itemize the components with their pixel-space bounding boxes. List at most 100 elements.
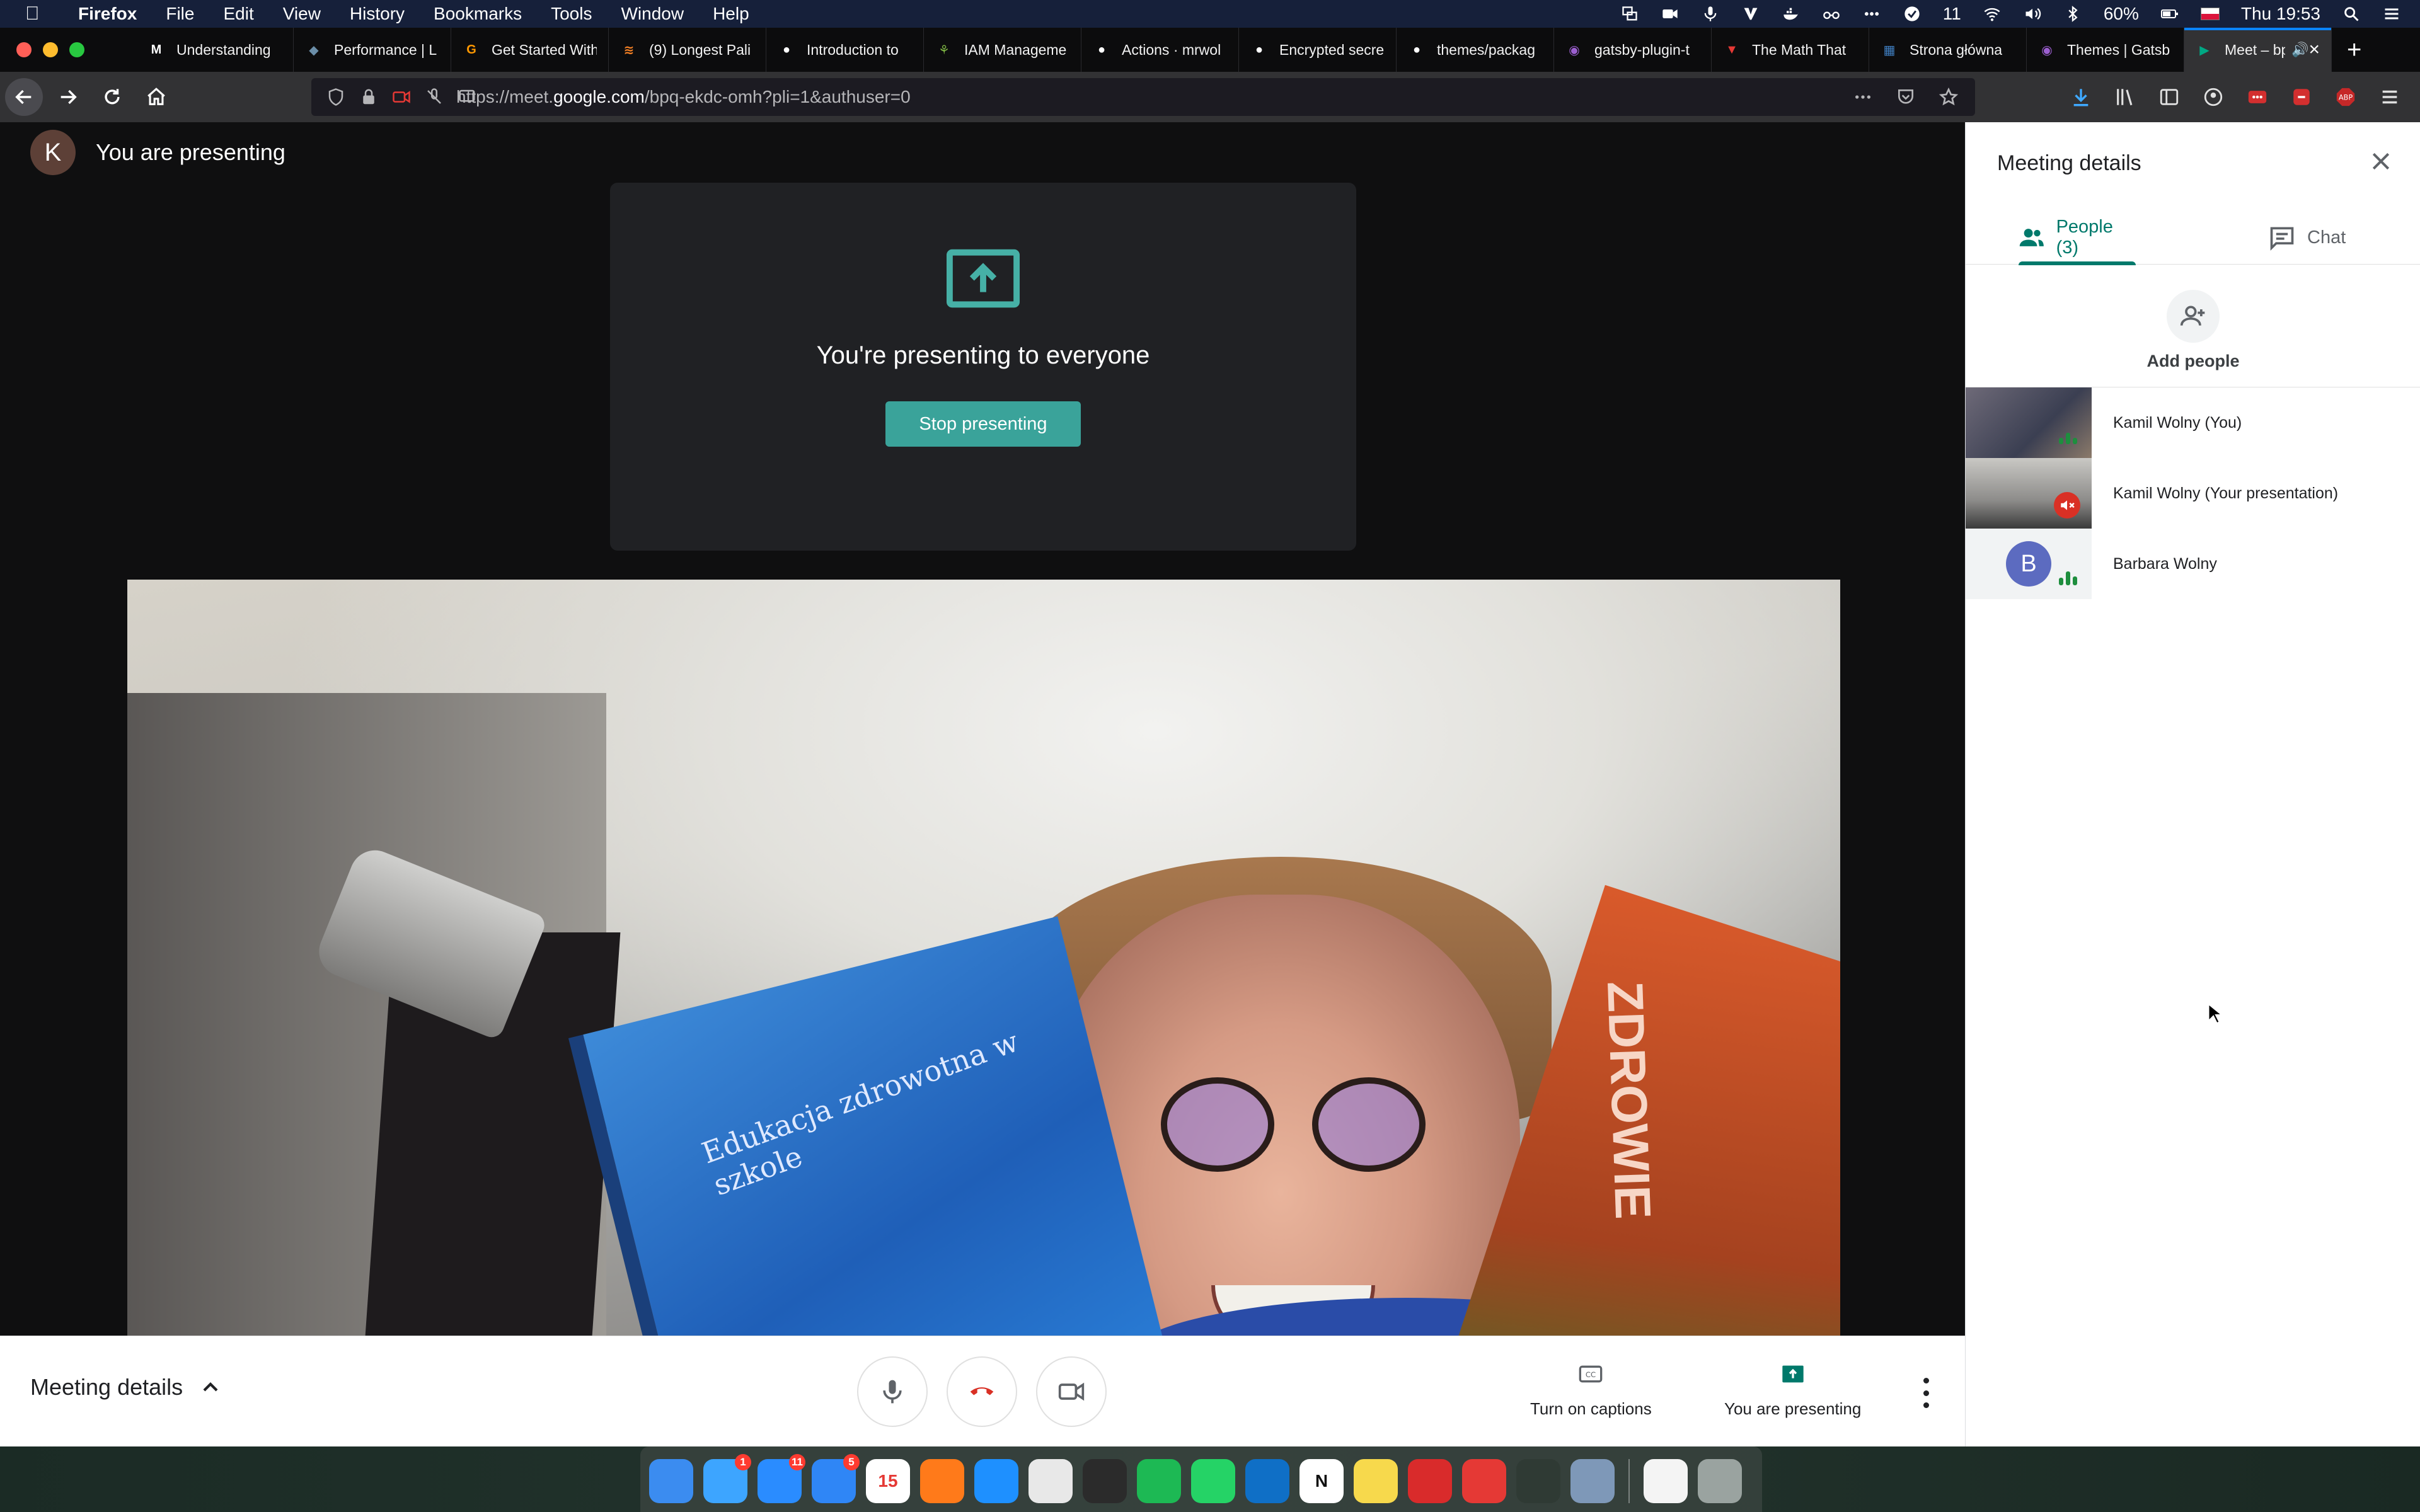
browser-tab[interactable]: ● Introduction to [766,28,924,72]
close-window-button[interactable] [16,42,32,57]
participant-row[interactable]: B Barbara Wolny [1966,529,2420,599]
dock-firefox-icon[interactable] [920,1459,964,1503]
battery-icon[interactable] [2160,5,2179,23]
browser-tab[interactable]: G Get Started With [451,28,609,72]
dock-stickies-icon[interactable] [1354,1459,1398,1503]
extension-lastpass-icon[interactable] [2246,86,2269,108]
address-bar[interactable]: https://meet.google.com/bpq-ekdc-omh?pli… [311,78,1975,116]
menu-app-name[interactable]: Firefox [78,4,137,24]
adblock-plus-icon[interactable]: ABP [2334,86,2357,108]
screens-icon[interactable] [1620,5,1639,23]
dock-finder-icon[interactable] [649,1459,693,1503]
camera-permission-icon[interactable] [392,88,411,106]
dock-trash-icon[interactable] [1698,1459,1742,1503]
stop-presenting-button[interactable]: Stop presenting [885,401,1081,447]
dock-vscode-icon[interactable] [1245,1459,1289,1503]
more-dots-icon[interactable] [1862,5,1881,23]
wifi-icon[interactable] [1983,5,2002,23]
pocket-icon[interactable] [1896,87,1916,107]
dock-expressvpn-icon[interactable] [1408,1459,1452,1503]
browser-tab[interactable]: ⚘ IAM Manageme [924,28,1081,72]
browser-tab[interactable]: ▼ The Math That [1712,28,1869,72]
extension-red-icon[interactable] [2290,86,2313,108]
docker-icon[interactable] [1782,5,1801,23]
camera-icon[interactable] [1661,5,1680,23]
browser-tab[interactable]: ◉ Themes | Gatsb [2027,28,2184,72]
spotlight-search-icon[interactable] [2342,5,2361,23]
back-button[interactable] [5,78,43,116]
menu-file[interactable]: File [166,4,194,24]
tab-chat[interactable]: Chat [2268,210,2346,265]
add-people-button[interactable]: Add people [1966,290,2420,371]
dock-app-store-icon[interactable]: 5 [812,1454,860,1503]
presenting-button[interactable]: You are presenting [1724,1361,1861,1419]
menu-tools[interactable]: Tools [551,4,592,24]
url-text[interactable]: https://meet.google.com/bpq-ekdc-omh?pli… [456,87,911,107]
participant-row[interactable]: Kamil Wolny (Your presentation) [1966,458,2420,529]
browser-tab[interactable]: ≋ (9) Longest Pali [609,28,766,72]
shield-icon[interactable] [326,88,345,106]
maximize-window-button[interactable] [69,42,84,57]
keyboard-layout-flag-icon[interactable] [2200,8,2220,20]
new-tab-button[interactable]: + [2347,36,2361,64]
microphone-toggle-button[interactable] [857,1356,928,1427]
minimize-window-button[interactable] [43,42,58,57]
browser-tab[interactable]: ▦ Strona główna [1869,28,2027,72]
menu-bookmarks[interactable]: Bookmarks [434,4,522,24]
meeting-details-toggle[interactable]: Meeting details [30,1374,223,1400]
menu-edit[interactable]: Edit [223,4,253,24]
menu-history[interactable]: History [350,4,405,24]
tab-audio-icon[interactable]: 🔊 [2291,42,2308,58]
browser-tab[interactable]: ▶ Meet – bp 🔊 × [2184,28,2332,72]
control-center-icon[interactable] [2382,5,2401,23]
camera-toggle-button[interactable] [1036,1356,1107,1427]
sidebar-icon[interactable] [2158,86,2181,108]
dock-whatsapp-icon[interactable] [1191,1459,1235,1503]
captions-button[interactable]: CC Turn on captions [1530,1361,1652,1419]
dock-calendar-icon[interactable]: 15 [866,1459,910,1503]
dock-safari-icon[interactable] [974,1459,1018,1503]
home-button[interactable] [137,78,175,116]
notification-icon[interactable] [1903,5,1922,23]
close-icon[interactable] [2368,149,2394,174]
microphone-permission-icon[interactable] [425,88,444,106]
apple-menu-icon[interactable]:  [25,3,53,25]
vim-icon[interactable] [1741,5,1760,23]
browser-tab[interactable]: ● Encrypted secre [1239,28,1397,72]
lock-icon[interactable] [359,88,378,106]
leave-call-button[interactable] [947,1356,1017,1427]
menu-view[interactable]: View [283,4,321,24]
browser-tab[interactable]: ● themes/packag [1397,28,1554,72]
tab-people[interactable]: People (3) [2019,210,2136,265]
downloads-icon[interactable] [2070,86,2092,108]
reload-button[interactable] [93,78,131,116]
dock-activity-monitor-icon[interactable] [1516,1459,1560,1503]
close-tab-icon[interactable]: × [2308,39,2320,60]
dock-document-icon[interactable] [1644,1459,1688,1503]
dock-spotify-icon[interactable] [1137,1459,1181,1503]
menubar-clock[interactable]: Thu 19:53 [2241,4,2320,24]
browser-tab[interactable]: M Understanding [136,28,294,72]
participant-row[interactable]: Kamil Wolny (You) [1966,387,2420,458]
microphone-icon[interactable] [1701,5,1720,23]
browser-tab[interactable]: ◆ Performance | L [294,28,451,72]
glasses-icon[interactable] [1822,5,1841,23]
dock-messages-icon[interactable]: 1 [703,1454,751,1503]
screen-share-permission-icon[interactable] [458,88,476,106]
account-icon[interactable] [2202,86,2225,108]
browser-tab[interactable]: ◉ gatsby-plugin-t [1554,28,1712,72]
bluetooth-icon[interactable] [2063,5,2082,23]
menu-window[interactable]: Window [621,4,684,24]
menu-help[interactable]: Help [713,4,749,24]
dock-mail-icon[interactable]: 11 [758,1454,805,1503]
library-icon[interactable] [2114,86,2136,108]
dock-preview-icon[interactable] [1570,1459,1615,1503]
dock-chrome-icon[interactable] [1028,1459,1073,1503]
bookmark-star-icon[interactable] [1939,87,1959,107]
more-options-icon[interactable] [1913,1374,1939,1412]
menu-hamburger-icon[interactable] [2378,86,2401,108]
page-actions-icon[interactable] [1853,87,1873,107]
dock-terminal-icon[interactable] [1083,1459,1127,1503]
forward-button[interactable] [49,78,87,116]
volume-icon[interactable] [2023,5,2042,23]
